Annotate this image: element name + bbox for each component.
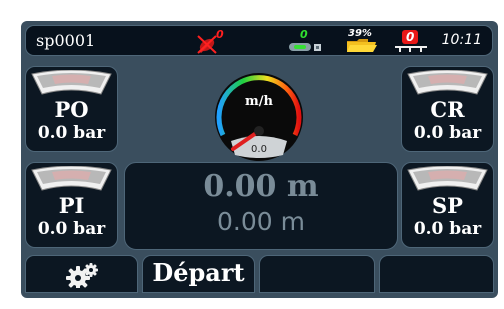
tile-name: PI <box>58 193 85 218</box>
start-button[interactable]: Départ <box>142 255 255 293</box>
tile-value: 0.0 bar <box>37 123 106 143</box>
clock: 10:11 <box>441 32 482 48</box>
status-bar: sp0001 0 0 39% 0 10:11 <box>25 25 493 56</box>
section-count: 0 <box>406 30 415 44</box>
machine-display: sp0001 0 0 39% 0 10:11 PO 0.0 bar PI 0.0… <box>21 21 498 298</box>
storage-status: 39% <box>344 27 380 54</box>
speed-value: 0.0 <box>251 144 267 155</box>
tile-name: PO <box>54 97 89 122</box>
tile-value: 0.0 bar <box>413 219 482 239</box>
tile-cr[interactable]: CR 0.0 bar <box>401 66 494 152</box>
settings-button[interactable] <box>25 255 138 293</box>
folder-icon <box>347 39 377 52</box>
gps-count: 0 <box>216 28 224 41</box>
function-button-4[interactable] <box>379 255 494 293</box>
function-button-3[interactable] <box>259 255 375 293</box>
speed-gauge: m/h 0.0 <box>211 65 307 161</box>
tile-name: SP <box>432 193 463 218</box>
tile-value: 0.0 bar <box>37 219 106 239</box>
link-count: 0 <box>300 28 308 41</box>
distance-primary: 0.00 m <box>203 169 319 204</box>
distance-secondary: 0.00 m <box>217 207 305 236</box>
start-label: Départ <box>152 258 245 287</box>
tile-value: 0.0 bar <box>413 123 482 143</box>
link-status: 0 <box>288 28 324 53</box>
speed-unit: m/h <box>245 94 273 109</box>
tile-pi[interactable]: PI 0.0 bar <box>25 162 118 248</box>
distance-panel: 0.00 m 0.00 m <box>124 162 398 250</box>
connector-icon <box>289 43 321 51</box>
machine-id: sp0001 <box>36 31 96 50</box>
tile-sp[interactable]: SP 0.0 bar <box>401 162 494 248</box>
gps-status: 0 <box>194 28 228 54</box>
gears-icon <box>66 263 98 288</box>
tile-po[interactable]: PO 0.0 bar <box>25 66 118 152</box>
section-status: 0 <box>394 29 428 54</box>
tile-name: CR <box>430 97 465 122</box>
